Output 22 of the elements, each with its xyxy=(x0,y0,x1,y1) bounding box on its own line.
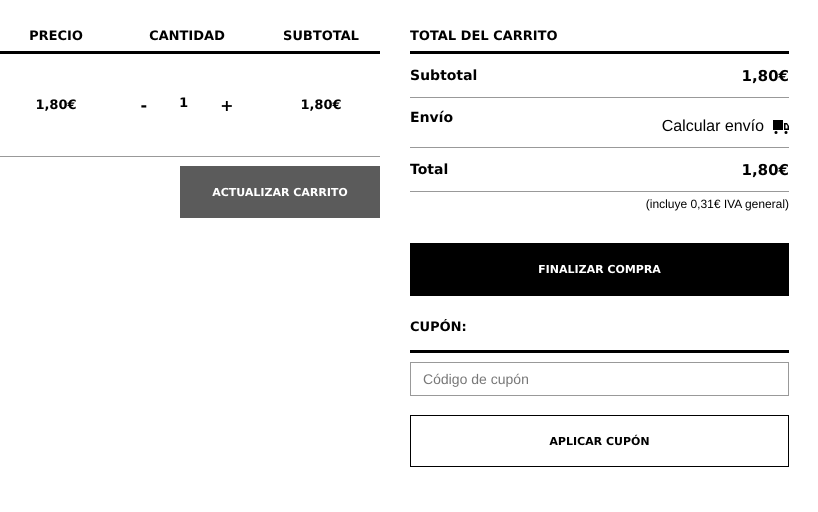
totals-value: 1,80€ xyxy=(742,66,789,84)
coupon-title: CUPÓN: xyxy=(410,320,789,353)
column-header: PRECIO xyxy=(28,29,84,44)
truck-icon xyxy=(773,120,789,134)
update-cart-button[interactable]: ACTUALIZAR CARRITO xyxy=(180,166,380,218)
cart-totals-title: TOTAL DEL CARRITO xyxy=(410,24,789,54)
column-header: CANTIDAD xyxy=(148,29,226,44)
coupon-input-field[interactable]: Código de cupón xyxy=(410,362,789,396)
tax-note: (incluye 0,31€ IVA general) xyxy=(644,197,789,211)
calculate-shipping-link[interactable]: Calcular envío xyxy=(662,118,764,136)
checkout-button[interactable]: FINALIZAR COMPRA xyxy=(410,243,789,296)
column-header: SUBTOTAL xyxy=(282,29,360,44)
totals-label: Total xyxy=(410,162,448,178)
price-cell-text: 1,80€ xyxy=(34,98,78,112)
decrement-button[interactable]: - xyxy=(136,96,152,114)
increment-button[interactable]: + xyxy=(216,96,238,114)
totals-value: 1,80€ xyxy=(742,160,789,178)
totals-label: Envío xyxy=(410,110,454,126)
totals-label: Subtotal xyxy=(410,68,478,84)
subtotal-cell-text: 1,80€ xyxy=(299,98,343,112)
quantity-value: 1 xyxy=(179,96,188,110)
apply-coupon-button[interactable]: APLICAR CUPÓN xyxy=(410,415,789,467)
